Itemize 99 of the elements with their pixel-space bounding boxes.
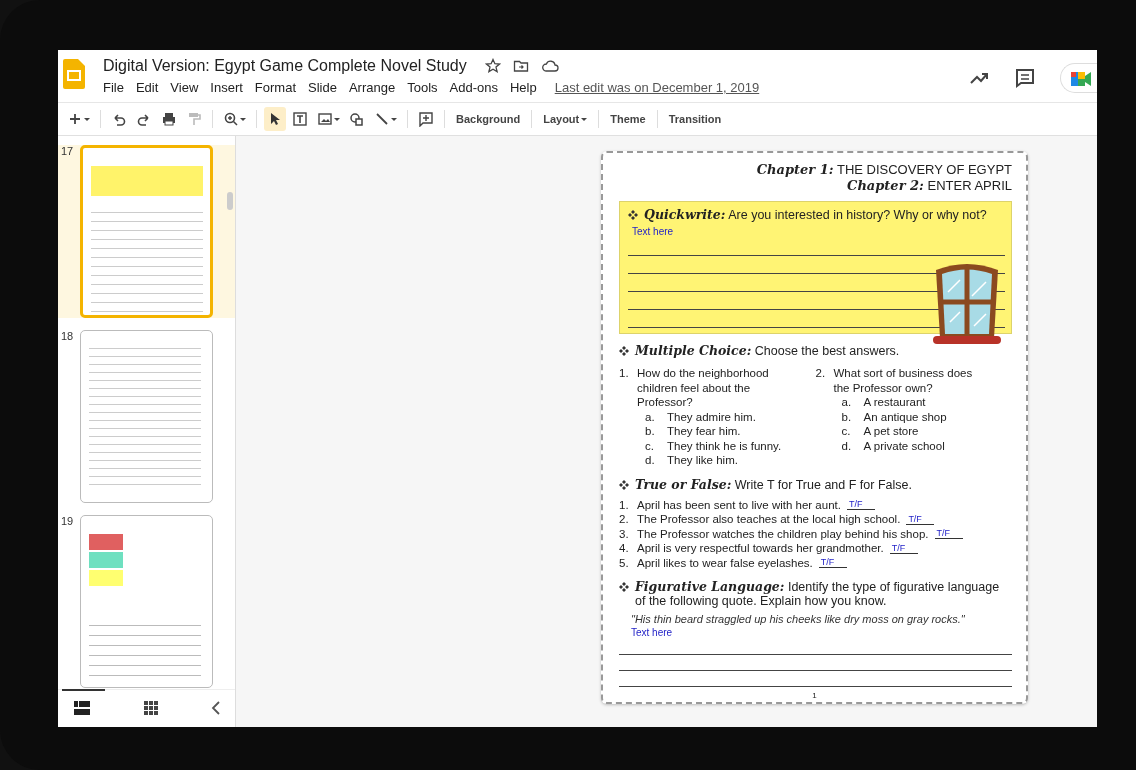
answer-blank[interactable]: T/F (889, 542, 918, 554)
option-text: A private school (863, 438, 945, 453)
section-heading: Quickwrite: Are you interested in history? Why or why not? (644, 207, 987, 222)
section-heading: Figurative Language: Identify the type of figurative language of the following quote. Explain how you know. (635, 579, 1001, 609)
statement-number: 4. (619, 541, 630, 556)
answer-placeholder[interactable]: Text here (632, 226, 1005, 238)
toolbar-text-button[interactable]: Background (452, 109, 525, 129)
answer-placeholder[interactable]: Text here (631, 627, 1012, 640)
video-call-icon (1071, 70, 1093, 88)
toolbar-text-button[interactable]: Transition (664, 109, 726, 129)
option-text: A pet store (863, 424, 919, 439)
statement-number: 2. (619, 512, 630, 527)
option-letter: d. (645, 453, 656, 468)
toolbar-text-button[interactable]: Layout (539, 109, 592, 129)
undo-icon (111, 111, 127, 127)
slide-thumbnail[interactable] (80, 145, 213, 318)
answer-blank[interactable]: T/F (934, 528, 963, 540)
menu-item[interactable]: File (103, 80, 124, 95)
text-box-icon (292, 111, 308, 127)
caret-icon (581, 117, 588, 121)
option-text: They admire him. (667, 409, 756, 424)
last-edit-link[interactable]: Last edit was on December 1, 2019 (554, 80, 760, 95)
redo-icon (136, 111, 152, 127)
plus-icon (67, 111, 83, 127)
statement-text: April has been sent to live with her aunt. (637, 497, 841, 513)
chapter-heading: Chapter 1: THE DISCOVERY OF EGYPT (756, 162, 1012, 178)
statement-text: April is very respectful towards her grandmother. (637, 541, 884, 556)
question-number: 1. (619, 366, 630, 381)
menu-item[interactable]: Tools (407, 80, 438, 95)
slide-number: 18 (61, 330, 75, 342)
menu-item[interactable]: View (170, 80, 199, 95)
caret-icon (334, 117, 340, 121)
filmstrip-view-icon[interactable] (74, 701, 90, 715)
question-text: What sort of business does the Professor own? (833, 366, 974, 395)
slide-thumbnail[interactable] (80, 330, 213, 503)
comment-icon[interactable] (1014, 67, 1036, 89)
diamond-bullet-icon (619, 479, 629, 490)
option-letter: a. (645, 409, 656, 424)
quote-text: "His thin beard straggled up his cheeks like dry moss on gray rocks." (631, 613, 966, 626)
option-letter: b. (841, 409, 853, 424)
statement-text: April likes to wear false eyelashes. (637, 555, 813, 571)
option-letter: a. (841, 395, 853, 410)
menu-item[interactable]: Help (509, 80, 537, 95)
chevron-left-icon[interactable] (211, 701, 221, 715)
meet-button[interactable] (1060, 63, 1097, 93)
diamond-bullet-icon (619, 346, 629, 356)
diamond-bullet-icon (619, 582, 629, 593)
caret-icon (391, 117, 397, 121)
option-letter: b. (645, 424, 656, 439)
menu-item[interactable]: Edit (135, 80, 159, 95)
star-icon[interactable] (484, 58, 501, 74)
comment-plus-icon (418, 111, 434, 127)
menu-item[interactable]: Slide (308, 80, 337, 95)
option-text: They fear him. (667, 424, 741, 439)
folder-icon[interactable] (512, 58, 529, 74)
scroll-indicator (62, 689, 105, 691)
option-letter: c. (645, 438, 655, 453)
grid-view-icon[interactable] (143, 701, 158, 715)
statement-number: 3. (619, 526, 630, 542)
paint-format-icon (186, 111, 202, 127)
page-number: 1 (811, 691, 818, 702)
statement-number: 5. (619, 555, 630, 571)
menu-item[interactable]: Format (254, 80, 296, 95)
option-letter: c. (841, 424, 852, 439)
statement-text: The Professor also teaches at the local high school. (637, 512, 901, 527)
slide-thumbnail[interactable] (80, 515, 213, 688)
line-icon (374, 111, 390, 127)
diamond-bullet-icon (628, 210, 638, 220)
question-number: 2. (815, 366, 827, 381)
image-icon (317, 111, 333, 127)
option-text: A restaurant (863, 395, 926, 410)
shape-icon (349, 111, 365, 127)
option-text: They like him. (667, 453, 738, 468)
chapter-heading: Chapter 2: ENTER APRIL (847, 178, 1012, 194)
print-icon (161, 111, 177, 127)
cursor-tool[interactable] (264, 107, 286, 131)
answer-blank[interactable]: T/F (906, 513, 935, 525)
caret-icon (84, 117, 90, 121)
document-title[interactable]: Digital Version: Egypt Game Complete Novel Study (103, 57, 467, 75)
toolbar-text-button[interactable]: Theme (606, 109, 650, 129)
option-text: They think he is funny. (667, 438, 782, 453)
section-heading: True or False: Write T for True and F for False. (635, 476, 912, 492)
slide-number: 17 (61, 145, 75, 157)
menu-item[interactable]: Insert (210, 80, 243, 95)
cloud-icon[interactable] (540, 58, 559, 74)
menu-item[interactable]: Arrange (348, 80, 396, 95)
option-letter: d. (841, 438, 853, 453)
menu-item[interactable]: Add-ons (449, 80, 498, 95)
answer-blank[interactable]: T/F (818, 557, 847, 569)
option-text: An antique shop (863, 409, 947, 424)
section-heading: Multiple Choice: Choose the best answers. (635, 343, 900, 358)
statement-text: The Professor watches the children play behind his shop. (637, 526, 929, 542)
slide-number: 19 (61, 515, 75, 527)
answer-blank[interactable]: T/F (846, 499, 875, 511)
question-text: How do the neighborhood children feel about the Professor? (637, 366, 770, 410)
statement-number: 1. (619, 497, 630, 513)
scrollbar-thumb[interactable] (227, 192, 233, 210)
caret-icon (240, 117, 246, 121)
zoom-icon (223, 111, 239, 127)
